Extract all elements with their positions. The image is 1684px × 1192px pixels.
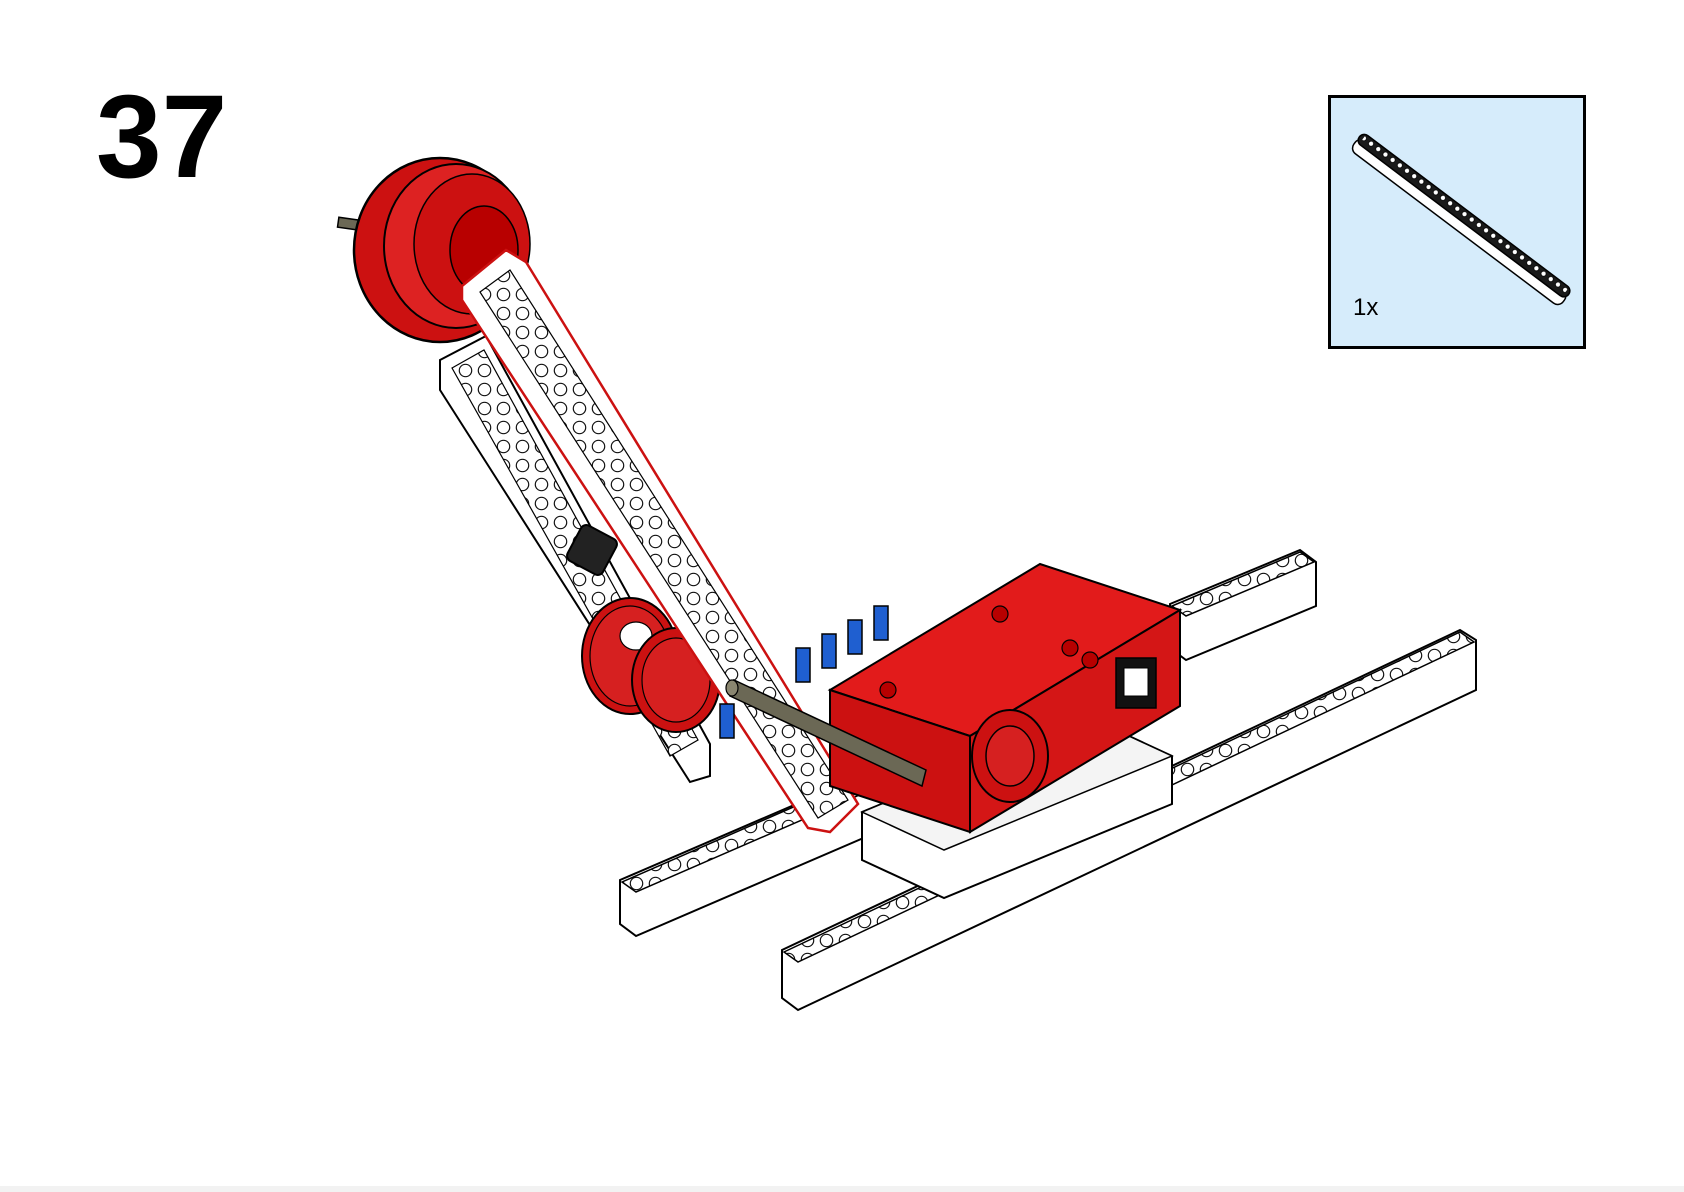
arm-beam-front — [460, 248, 860, 834]
base-beam-back — [1169, 548, 1317, 662]
model-illustration — [336, 156, 1477, 1012]
page-bottom-edge — [0, 1186, 1684, 1192]
